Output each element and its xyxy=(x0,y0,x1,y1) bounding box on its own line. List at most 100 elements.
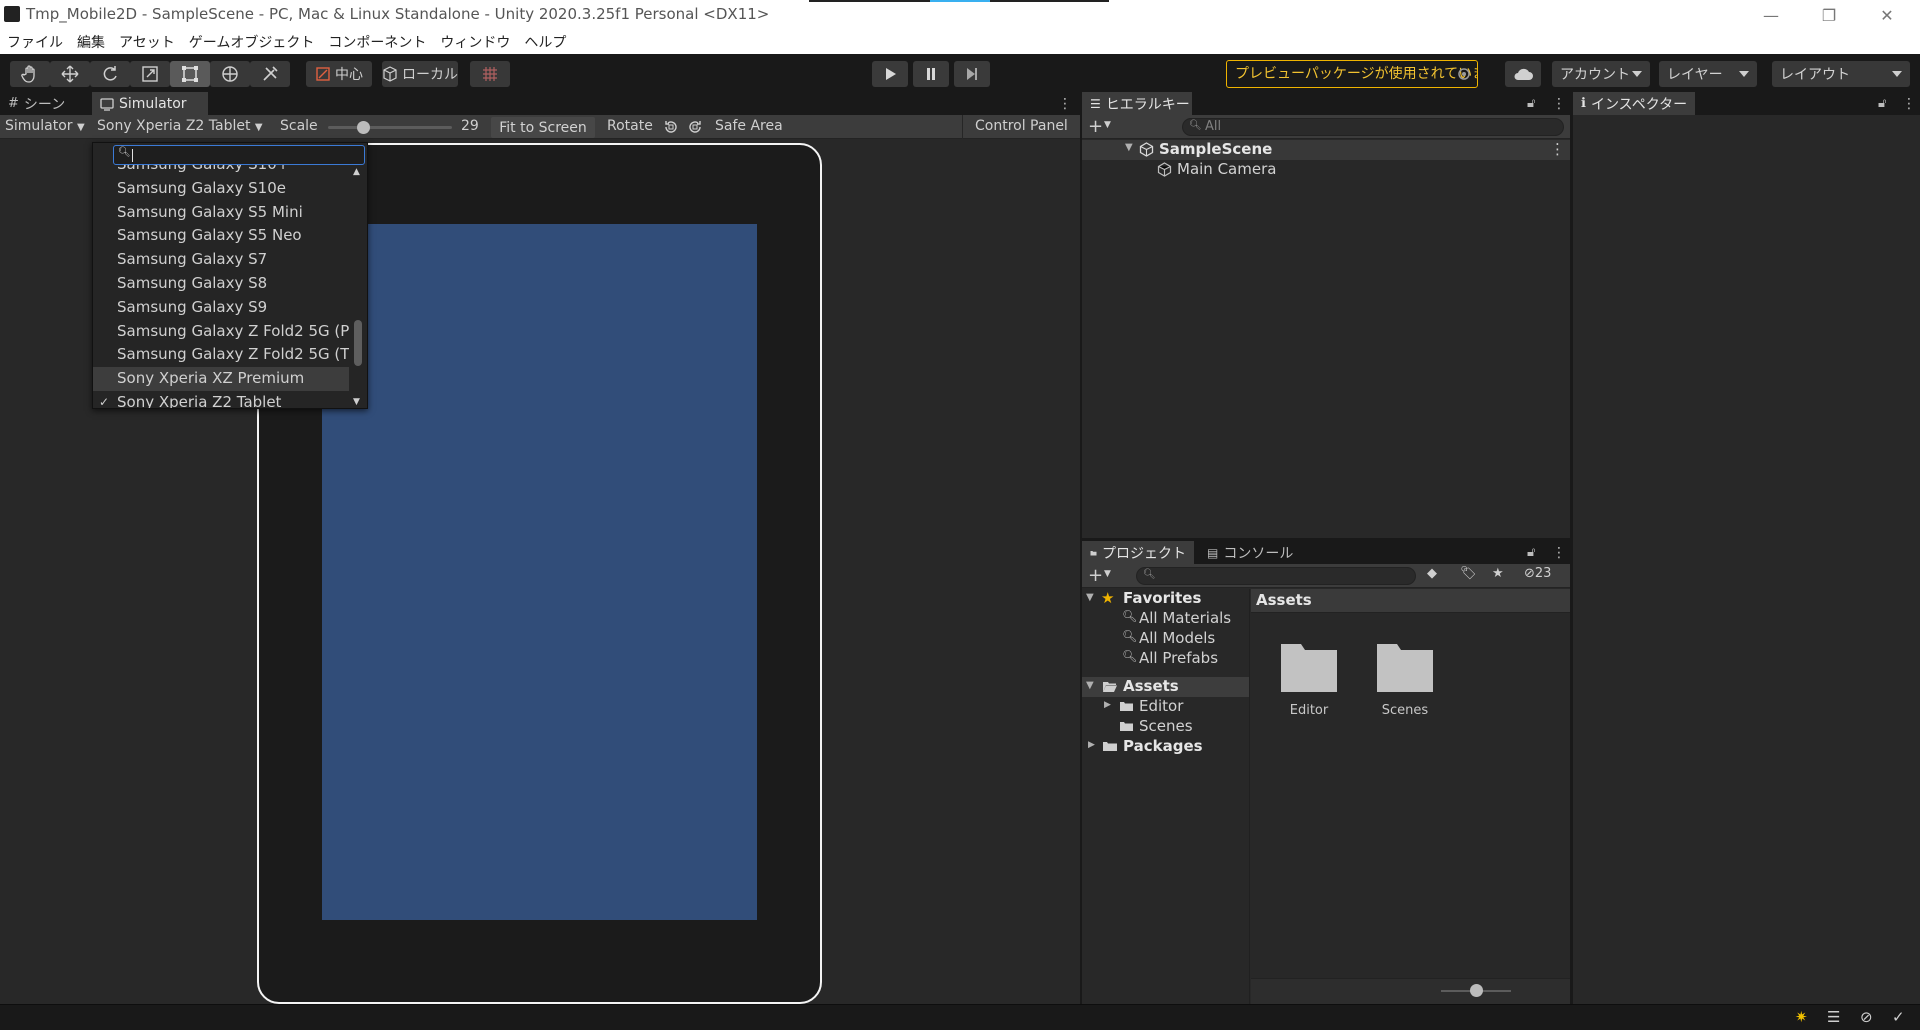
tab-console[interactable]: ▤ コンソール xyxy=(1199,541,1301,564)
favorite-item[interactable]: All Materials xyxy=(1139,609,1231,627)
tab-project[interactable]: プロジェクト xyxy=(1082,541,1194,564)
cache-server-icon[interactable]: ☰ xyxy=(1827,1008,1840,1026)
dropdown-scroll-thumb[interactable] xyxy=(354,320,362,366)
simulator-mode-dropdown[interactable]: Simulator ▼ xyxy=(5,118,85,134)
lock-icon[interactable]: 🔓︎ xyxy=(1519,92,1543,115)
lock-icon[interactable]: 🔓︎ xyxy=(1519,541,1543,564)
device-option[interactable]: ✓ Sony Xperia Z2 Tablet xyxy=(93,391,349,408)
device-dropdown-button[interactable]: Sony Xperia Z2 Tablet ▼ xyxy=(97,118,263,134)
device-screen[interactable] xyxy=(322,224,757,920)
device-option[interactable]: Samsung Galaxy Z Fold2 5G (P xyxy=(93,320,349,344)
device-option[interactable]: Samsung Galaxy Z Fold2 5G (T xyxy=(93,343,349,367)
menu-window[interactable]: ウィンドウ xyxy=(440,32,510,52)
cloud-button[interactable] xyxy=(1505,61,1541,87)
favorite-item[interactable]: All Models xyxy=(1139,629,1215,647)
scale-tool-button[interactable] xyxy=(130,61,170,87)
project-search-input[interactable]: 🔍︎ xyxy=(1136,567,1416,585)
lock-icon[interactable]: 🔓︎ xyxy=(1870,92,1894,115)
tree-item-scenes[interactable]: Scenes xyxy=(1139,717,1193,735)
search-by-label-icon[interactable]: 🏷︎ xyxy=(1460,566,1477,581)
restore-button[interactable]: ❐ xyxy=(1806,2,1852,28)
tab-simulator[interactable]: Simulator xyxy=(92,92,208,115)
scale-slider[interactable] xyxy=(328,121,452,134)
panel-menu-icon[interactable]: ⋮ xyxy=(1544,541,1574,564)
device-option[interactable]: Samsung Galaxy S7 xyxy=(93,248,349,272)
safe-area-toggle[interactable]: Safe Area xyxy=(715,118,783,134)
device-option[interactable]: Samsung Galaxy S5 Mini xyxy=(93,201,349,225)
rotate-tool-button[interactable] xyxy=(90,61,130,87)
tree-item-editor[interactable]: Editor xyxy=(1139,697,1183,715)
rect-tool-button[interactable] xyxy=(170,61,210,87)
move-tool-button[interactable] xyxy=(50,61,90,87)
scale-slider-thumb[interactable] xyxy=(357,121,370,134)
expand-arrow-icon[interactable]: ▼ xyxy=(1086,592,1094,603)
dropdown-scrollbar[interactable]: ▲ ▼ xyxy=(349,167,367,408)
search-by-type-icon[interactable]: ◆ xyxy=(1427,566,1437,581)
device-option[interactable]: Sony Xperia XZ Premium xyxy=(93,367,349,391)
rotate-right-icon[interactable] xyxy=(686,118,704,136)
pause-button[interactable] xyxy=(913,61,949,87)
pivot-space-toggle[interactable]: ローカル xyxy=(382,61,458,87)
pivot-center-toggle[interactable]: 中心 xyxy=(306,61,372,87)
step-button[interactable] xyxy=(954,61,990,87)
scroll-up-icon[interactable]: ▲ xyxy=(353,167,360,177)
panel-menu-icon[interactable]: ⋮ xyxy=(1050,92,1080,115)
custom-tool-button[interactable] xyxy=(250,61,290,87)
menu-gameobject[interactable]: ゲームオブジェクト xyxy=(189,32,315,52)
expand-arrow-icon[interactable]: ▶ xyxy=(1104,700,1111,710)
account-dropdown[interactable]: アカウント xyxy=(1552,61,1650,87)
device-search-input[interactable]: 🔍︎ xyxy=(113,145,365,165)
add-icon[interactable]: + xyxy=(1088,116,1103,137)
tree-item-packages[interactable]: Packages xyxy=(1123,737,1203,755)
expand-arrow-icon[interactable]: ▼ xyxy=(1086,680,1094,691)
menu-assets[interactable]: アセット xyxy=(119,32,175,52)
scene-row[interactable]: ▼ SampleScene ⋮ xyxy=(1082,140,1570,160)
favorite-item[interactable]: All Prefabs xyxy=(1139,649,1218,667)
transform-tool-button[interactable] xyxy=(210,61,250,87)
icon-size-slider-thumb[interactable] xyxy=(1470,984,1483,997)
panel-menu-icon[interactable]: ⋮ xyxy=(1544,92,1574,115)
hierarchy-item-main-camera[interactable]: Main Camera xyxy=(1082,160,1570,180)
minimize-button[interactable]: — xyxy=(1748,2,1794,28)
debug-mode-icon[interactable]: ⊘ xyxy=(1860,1008,1873,1026)
scene-menu-icon[interactable]: ⋮ xyxy=(1550,140,1565,158)
grid-snap-button[interactable] xyxy=(470,61,510,87)
device-option[interactable]: Samsung Galaxy S5 Neo xyxy=(93,224,349,248)
auto-generate-lighting-icon[interactable]: ✷ xyxy=(1795,1008,1808,1026)
control-panel-button[interactable]: Control Panel xyxy=(975,118,1068,134)
close-button[interactable]: ✕ xyxy=(1864,2,1910,28)
expand-arrow-icon[interactable]: ▼ xyxy=(1125,142,1133,153)
expand-arrow-icon[interactable]: ▶ xyxy=(1088,740,1095,750)
chevron-down-icon[interactable]: ▼ xyxy=(1104,120,1111,130)
tab-scene[interactable]: # シーン xyxy=(0,92,73,115)
layout-dropdown[interactable]: レイアウト xyxy=(1772,61,1910,87)
preview-settings-icon[interactable] xyxy=(1452,61,1476,87)
preview-packages-warning[interactable]: プレビューパッケージが使用されています xyxy=(1226,60,1478,88)
chevron-down-icon[interactable]: ▼ xyxy=(1104,569,1111,579)
asset-folder-scenes[interactable]: Scenes xyxy=(1370,641,1440,731)
hidden-packages-toggle[interactable]: ⊘23 xyxy=(1524,566,1551,581)
device-option[interactable]: Samsung Galaxy S8 xyxy=(93,272,349,296)
tab-inspector[interactable]: ℹ インスペクター xyxy=(1573,92,1695,115)
panel-menu-icon[interactable]: ⋮ xyxy=(1894,92,1920,115)
progress-check-icon[interactable]: ✓ xyxy=(1892,1008,1905,1026)
menu-help[interactable]: ヘルプ xyxy=(524,32,566,52)
rotate-left-icon[interactable] xyxy=(662,118,680,136)
save-search-star-icon[interactable]: ★ xyxy=(1492,566,1504,581)
favorites-label[interactable]: Favorites xyxy=(1123,589,1201,607)
hand-tool-button[interactable] xyxy=(10,61,50,87)
device-option[interactable]: Samsung Galaxy S10e xyxy=(93,177,349,201)
play-button[interactable] xyxy=(872,61,908,87)
menu-component[interactable]: コンポーネント xyxy=(328,32,426,52)
fit-to-screen-button[interactable]: Fit to Screen xyxy=(491,117,595,138)
device-option[interactable]: Samsung Galaxy S9 xyxy=(93,296,349,320)
hierarchy-search-input[interactable]: 🔍︎ All xyxy=(1182,118,1564,136)
add-icon[interactable]: + xyxy=(1088,565,1103,586)
scroll-down-icon[interactable]: ▼ xyxy=(353,397,360,407)
breadcrumb[interactable]: Assets xyxy=(1256,591,1312,609)
tree-item-assets[interactable]: ▼ Assets xyxy=(1082,677,1249,697)
menu-file[interactable]: ファイル xyxy=(7,32,63,52)
layers-dropdown[interactable]: レイヤー xyxy=(1659,61,1757,87)
tab-hierarchy[interactable]: ☰ ヒエラルキー xyxy=(1082,92,1192,115)
asset-folder-editor[interactable]: Editor xyxy=(1274,641,1344,731)
